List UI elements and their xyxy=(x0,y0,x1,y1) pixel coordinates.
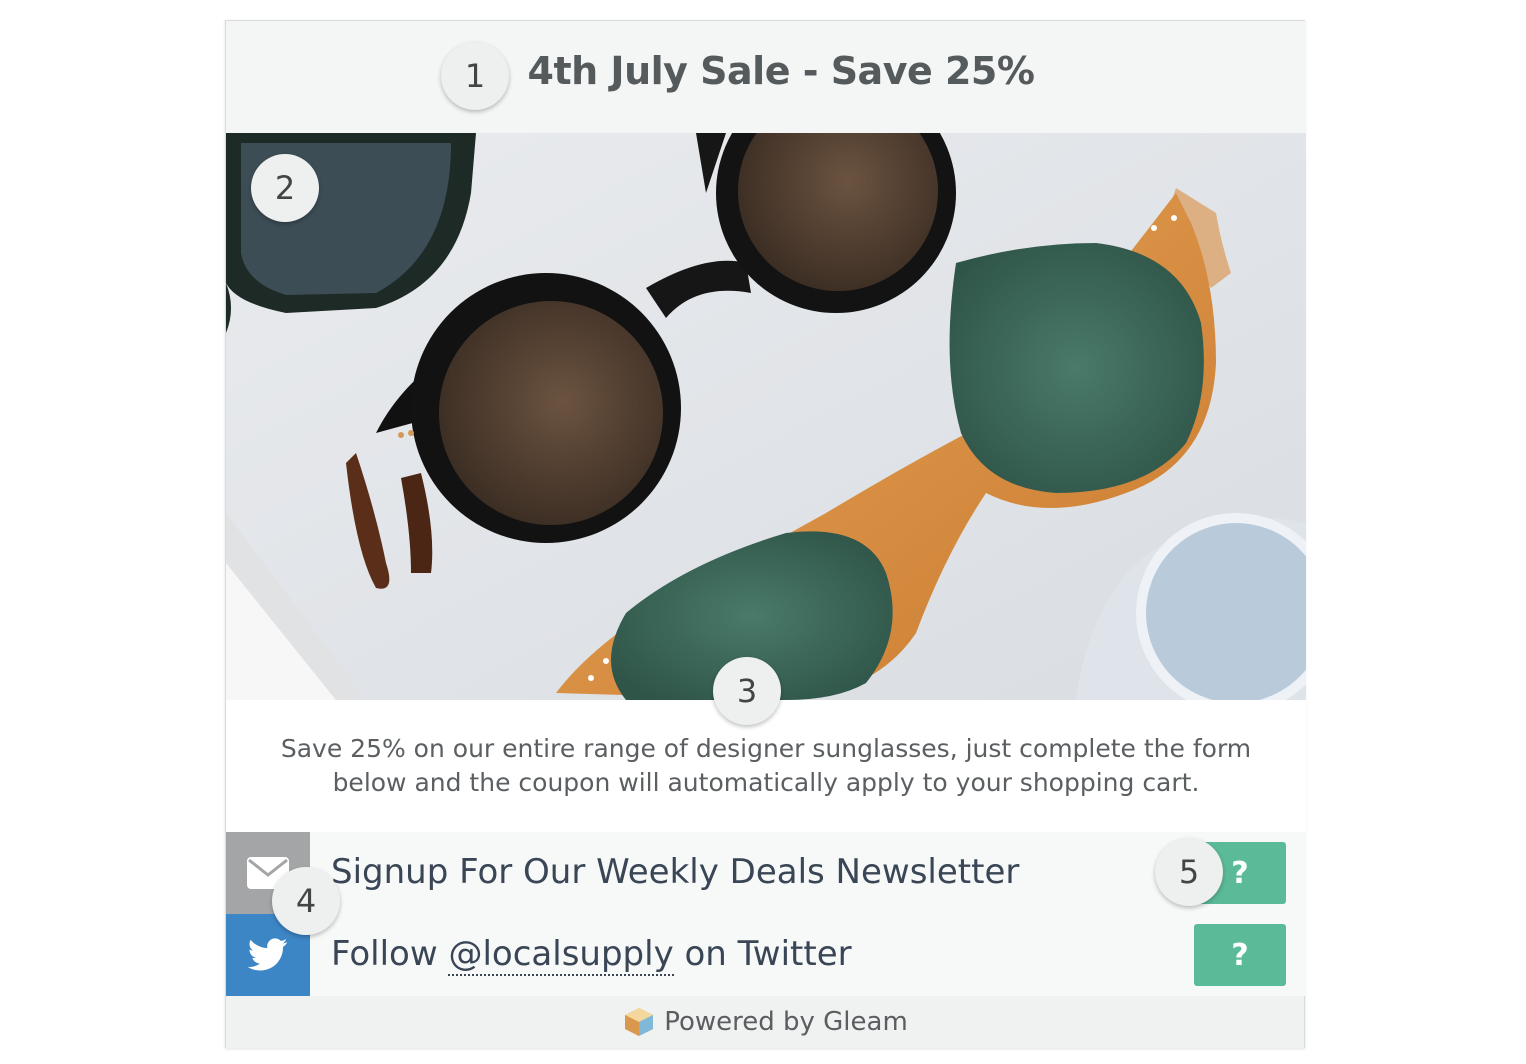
entry-methods: Signup For Our Weekly Deals Newsletter ?… xyxy=(226,832,1306,996)
description-text: Save 25% on our entire range of designer… xyxy=(280,734,1252,797)
entry-newsletter[interactable]: Signup For Our Weekly Deals Newsletter ? xyxy=(226,832,1306,914)
entry-label-twitter: Follow @localsupply on Twitter xyxy=(331,934,852,976)
badge-5: 5 xyxy=(1155,838,1223,906)
help-button-twitter[interactable]: ? xyxy=(1194,924,1286,986)
description-area: Save 25% on our entire range of designer… xyxy=(226,700,1306,832)
entry-label-newsletter: Signup For Our Weekly Deals Newsletter xyxy=(331,852,1020,892)
twitter-handle-link[interactable]: @localsupply xyxy=(448,934,674,976)
powered-by-text: Powered by Gleam xyxy=(664,1007,908,1037)
twitter-label-prefix: Follow xyxy=(331,934,449,974)
gleam-widget: 4th July Sale - Save 25% Save 25% on our… xyxy=(225,20,1306,1048)
badge-2: 2 xyxy=(251,154,319,222)
badge-4: 4 xyxy=(272,867,340,935)
widget-header: 4th July Sale - Save 25% xyxy=(226,21,1306,133)
footer[interactable]: Powered by Gleam xyxy=(226,996,1304,1048)
page-title: 4th July Sale - Save 25% xyxy=(527,49,1035,93)
hero-image xyxy=(226,133,1306,700)
sunglasses-photo xyxy=(226,133,1306,700)
badge-3: 3 xyxy=(713,657,781,725)
gleam-logo-icon xyxy=(625,1008,654,1036)
entry-twitter-follow[interactable]: Follow @localsupply on Twitter ? xyxy=(226,914,1306,996)
badge-1: 1 xyxy=(441,42,509,110)
twitter-label-suffix: on Twitter xyxy=(673,934,852,974)
